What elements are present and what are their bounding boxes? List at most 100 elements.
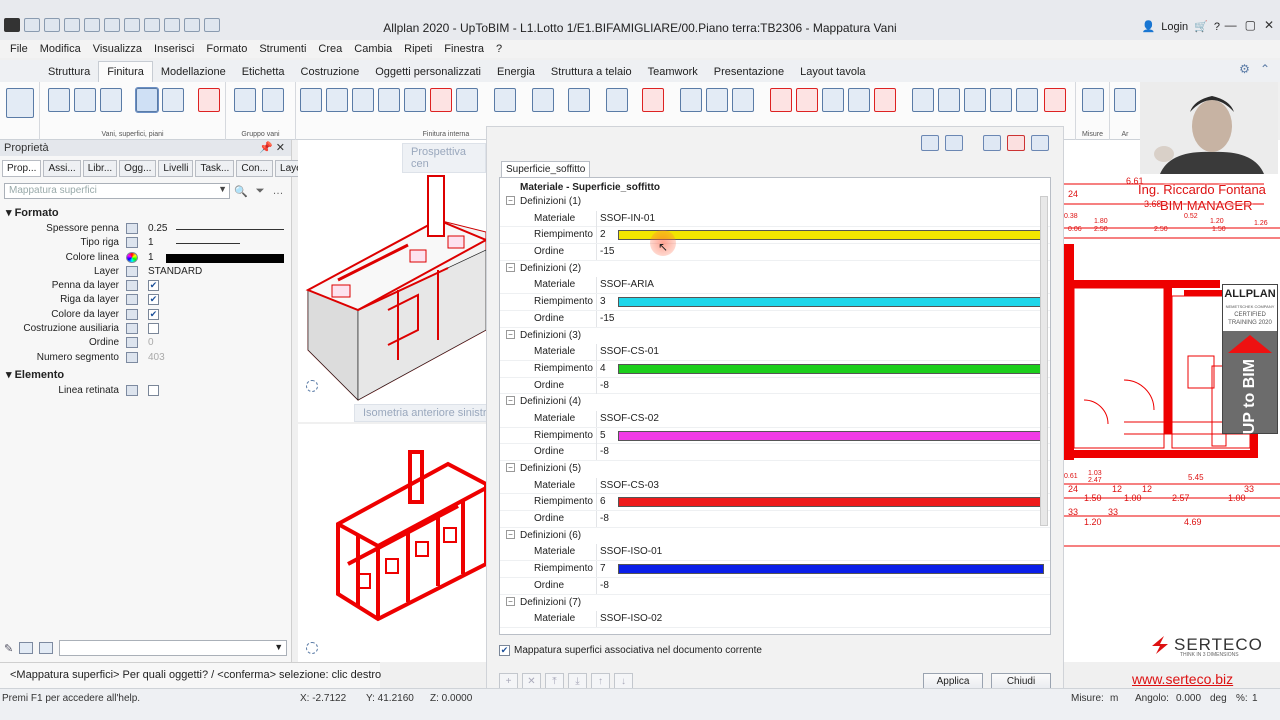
login-link[interactable]: Login <box>1161 21 1188 33</box>
fill-color-swatch[interactable] <box>618 430 1044 441</box>
pencil-icon[interactable]: ✎ <box>4 642 13 655</box>
row-layer[interactable]: Layer STANDARD <box>0 265 291 279</box>
fill-color-swatch[interactable] <box>618 497 1044 508</box>
material-row[interactable]: Materiale SSOF-ISO-01 <box>500 544 1050 562</box>
row-linea-retinata[interactable]: Linea retinata <box>0 384 291 398</box>
dimension-icon[interactable] <box>732 88 754 112</box>
row-colore-da-layer[interactable]: Colore da layer ✔ <box>0 308 291 322</box>
collapse-ribbon-icon[interactable]: ⌃ <box>1260 62 1270 76</box>
tab-superficie-soffitto[interactable]: Superficie_soffitto <box>501 161 591 177</box>
row-tipo-riga[interactable]: Tipo riga 1 <box>0 236 291 250</box>
tab-libreria[interactable]: Libr... <box>82 160 118 177</box>
menu-modifica[interactable]: Modifica <box>40 43 81 55</box>
filter-icon[interactable]: ⏷ <box>256 185 265 198</box>
tab-connect[interactable]: Con... <box>236 160 274 177</box>
menu-strumenti[interactable]: Strumenti <box>259 43 306 55</box>
tab-livelli[interactable]: Livelli <box>158 160 194 177</box>
line-icon[interactable] <box>680 88 702 112</box>
tab-proprieta[interactable]: Prop... <box>2 160 42 177</box>
collapse-icon[interactable]: − <box>506 262 515 272</box>
section-elemento[interactable]: ▾ Elemento <box>0 365 291 384</box>
row-value[interactable]: 1 <box>148 237 154 248</box>
material-value[interactable]: SSOF-IN-01 <box>586 213 655 224</box>
tab-modellazione[interactable]: Modellazione <box>153 62 234 82</box>
fill-row[interactable]: Riempimento 2 <box>500 227 1050 245</box>
order-row[interactable]: Ordine -8 <box>500 511 1050 528</box>
fill-bucket-icon[interactable] <box>642 88 664 112</box>
select-area-icon[interactable] <box>532 88 554 112</box>
text-style-icon[interactable] <box>1114 88 1136 112</box>
fill-row[interactable]: Riempimento 6 <box>500 494 1050 512</box>
row-ordine[interactable]: Ordine 0 <box>0 336 291 350</box>
definition-group[interactable]: − Definizioni (2) <box>500 261 1050 278</box>
tab-layout-tavola[interactable]: Layout tavola <box>792 62 873 82</box>
fill-value[interactable]: 4 <box>600 363 606 374</box>
material-value[interactable]: SSOF-ISO-02 <box>600 613 662 624</box>
surface-edit-icon[interactable] <box>198 88 220 112</box>
colore-da-layer-checkbox[interactable]: ✔ <box>148 308 159 320</box>
order-row[interactable]: Ordine -15 <box>500 310 1050 328</box>
order-value[interactable]: -8 <box>600 380 609 391</box>
tab-etichetta[interactable]: Etichetta <box>234 62 293 82</box>
storey-icon[interactable] <box>100 88 122 112</box>
menu-cambia[interactable]: Cambia <box>354 43 392 55</box>
tab-costruzione[interactable]: Costruzione <box>293 62 368 82</box>
fill-value[interactable]: 7 <box>600 563 606 574</box>
list-scrollbar[interactable] <box>1040 196 1048 526</box>
material-row[interactable]: Materiale SSOF-ARIA <box>500 277 1050 295</box>
row-spessore-penna[interactable]: Spessore penna 0.25 <box>0 222 291 236</box>
fill-value[interactable]: 5 <box>600 430 606 441</box>
row-numero-segmento[interactable]: Numero segmento 403 <box>0 351 291 365</box>
definition-group[interactable]: − Definizioni (6) <box>500 528 1050 545</box>
hatch-icon[interactable] <box>568 88 590 112</box>
definition-group[interactable]: − Definizioni (3) <box>500 328 1050 345</box>
tab-struttura[interactable]: Struttura <box>40 62 98 82</box>
navigation-cube-icon[interactable] <box>306 642 318 654</box>
navigation-cube-icon[interactable] <box>306 380 318 392</box>
collapse-icon[interactable]: − <box>506 196 515 205</box>
definition-group[interactable]: − Definizioni (4) <box>500 394 1050 411</box>
material-row[interactable]: Materiale SSOF-IN-01 <box>500 210 1050 228</box>
viewport-perspective[interactable]: Prospettiva cen <box>298 140 489 422</box>
order-value[interactable]: -15 <box>600 246 614 257</box>
copy-icon[interactable] <box>912 88 934 112</box>
maximize-button[interactable]: ▢ <box>1245 18 1256 32</box>
surface-copy-icon[interactable] <box>162 88 184 112</box>
order-value[interactable]: -8 <box>600 580 609 591</box>
riga-da-layer-checkbox[interactable]: ✔ <box>148 294 159 306</box>
material-row[interactable]: Materiale SSOF-CS-01 <box>500 344 1050 361</box>
order-row[interactable]: Ordine -8 <box>500 444 1050 461</box>
login-area[interactable]: 👤 Login 🛒 ? <box>1142 20 1220 34</box>
status-misure-unit[interactable]: m <box>1110 693 1118 704</box>
menu-crea[interactable]: Crea <box>318 43 342 55</box>
cart-icon[interactable]: 🛒 <box>1194 20 1208 33</box>
pin-close-icons[interactable]: 📌 ✕ <box>259 141 285 154</box>
tab-energia[interactable]: Energia <box>489 62 543 82</box>
order-row[interactable]: Ordine -8 <box>500 577 1050 595</box>
fill-color-swatch[interactable] <box>618 363 1044 374</box>
material-value[interactable]: SSOF-ARIA <box>600 279 654 290</box>
object-type-select[interactable]: Mappatura superfici ▼ <box>4 183 230 199</box>
fill-value[interactable]: 3 <box>600 296 606 307</box>
delete-icon[interactable] <box>1044 88 1066 112</box>
collapse-icon[interactable]: − <box>506 329 515 339</box>
menu-formato[interactable]: Formato <box>206 43 247 55</box>
menu-visualizza[interactable]: Visualizza <box>93 43 142 55</box>
fill-value[interactable]: 6 <box>600 496 606 507</box>
viewport-isometric[interactable] <box>298 424 488 662</box>
stretch-icon[interactable] <box>874 88 896 112</box>
row-value[interactable]: 0.25 <box>148 223 167 234</box>
menu-inserisci[interactable]: Inserisci <box>154 43 194 55</box>
fill-row[interactable]: Riempimento 3 <box>500 294 1050 311</box>
row-riga-da-layer[interactable]: Riga da layer ✔ <box>0 293 291 307</box>
row-costruzione-ausiliaria[interactable]: Costruzione ausiliaria <box>0 322 291 336</box>
room-group-icon[interactable] <box>234 88 256 112</box>
pencil-icon[interactable] <box>770 88 792 112</box>
help-icon[interactable]: ? <box>1214 21 1220 33</box>
surface-mapping-icon[interactable] <box>135 87 159 113</box>
menu-finestra[interactable]: Finestra <box>444 43 484 55</box>
fill-value[interactable]: 2 <box>600 229 606 240</box>
tab-presentazione[interactable]: Presentazione <box>706 62 792 82</box>
finish-baseboard-icon[interactable] <box>378 88 400 112</box>
fill-color-swatch[interactable] <box>618 230 1044 241</box>
